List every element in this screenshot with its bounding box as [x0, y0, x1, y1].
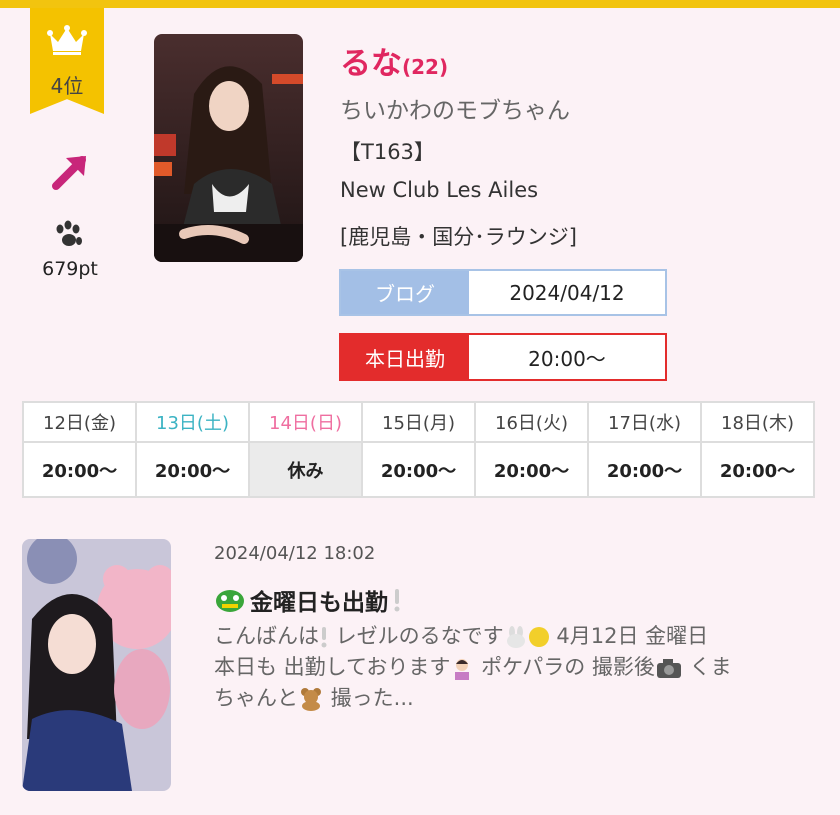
- height: 【T163】: [340, 140, 435, 164]
- schedule-time: 20:00〜: [474, 441, 589, 498]
- person-raising-hand-emoji-icon: [455, 659, 470, 680]
- rank-label: 4位: [50, 74, 84, 98]
- today-work-time: 20:00〜: [528, 346, 606, 371]
- schedule-day: 15日(月): [361, 401, 476, 443]
- rank-badge: 4位: [30, 8, 104, 114]
- camera-emoji-icon: [656, 659, 681, 678]
- paw-icon: [56, 220, 82, 246]
- post-timestamp: 2024/04/12 18:02: [214, 543, 376, 564]
- blog-date: 2024/04/12: [509, 280, 625, 305]
- schedule-day-saturday: 13日(土): [135, 401, 250, 443]
- profile-photo[interactable]: [154, 34, 303, 262]
- trend-up-arrow-icon: [52, 156, 86, 190]
- today-work-status: 本日出勤 20:00〜: [339, 333, 667, 381]
- post-title-text: 金曜日も出勤: [250, 590, 388, 616]
- schedule-day: 16日(火): [474, 401, 589, 443]
- exclamation-icon: [394, 589, 400, 612]
- rabbit-emoji-icon: [506, 626, 525, 648]
- post-text: ちゃんと: [214, 686, 298, 710]
- dragon-emoji-icon: [216, 590, 244, 612]
- teddy-bear-emoji-icon: [301, 688, 321, 711]
- blog-post-thumbnail[interactable]: [22, 539, 171, 791]
- schedule-day: 17日(水): [587, 401, 702, 443]
- exclamation-icon: [321, 627, 327, 648]
- schedule-time-off: 休み: [248, 441, 363, 498]
- schedule-times-row: 20:00〜 20:00〜 休み 20:00〜 20:00〜 20:00〜 20…: [22, 441, 815, 498]
- post-title[interactable]: 金曜日も出勤: [214, 583, 402, 617]
- moon-emoji-icon: [528, 627, 549, 647]
- post-text: くま: [682, 655, 732, 679]
- club-name[interactable]: New Club Les Ailes: [340, 178, 538, 202]
- post-excerpt[interactable]: こんばんは レゼルのるなです 4月12日 金曜日 本日も 出勤しております ポケ…: [214, 621, 814, 714]
- today-work-label: 本日出勤: [341, 335, 469, 379]
- post-text: 4月12日 金曜日: [549, 624, 709, 648]
- blog-link[interactable]: ブログ 2024/04/12: [339, 269, 667, 316]
- post-text: レゼルのるなです: [329, 624, 504, 648]
- top-accent-bar: [0, 0, 840, 8]
- crown-icon: [47, 25, 87, 55]
- cast-age: (22): [402, 55, 449, 79]
- post-text: 本日も 出勤しております: [214, 655, 451, 679]
- post-text: ポケパラの 撮影後: [474, 655, 655, 679]
- post-text: 撮った...: [324, 686, 414, 710]
- profile-name-row[interactable]: るな(22): [340, 38, 448, 83]
- schedule-day: 18日(木): [700, 401, 815, 443]
- schedule-day-sunday: 14日(日): [248, 401, 363, 443]
- schedule-time: 20:00〜: [361, 441, 476, 498]
- schedule-time: 20:00〜: [135, 441, 250, 498]
- cast-name[interactable]: るな: [340, 46, 402, 82]
- area-genre: [鹿児島・国分･ラウンジ]: [340, 225, 577, 249]
- schedule-day: 12日(金): [22, 401, 137, 443]
- schedule-time: 20:00〜: [700, 441, 815, 498]
- schedule-time: 20:00〜: [22, 441, 137, 498]
- blog-label: ブログ: [341, 271, 469, 314]
- weekly-schedule: 12日(金) 13日(土) 14日(日) 15日(月) 16日(火) 17日(水…: [22, 401, 815, 498]
- schedule-days-row: 12日(金) 13日(土) 14日(日) 15日(月) 16日(火) 17日(水…: [22, 401, 815, 443]
- catchphrase: ちいかわのモブちゃん: [340, 98, 570, 124]
- post-text: こんばんは: [214, 624, 319, 648]
- ranking-points: 679pt: [42, 258, 98, 280]
- schedule-time: 20:00〜: [587, 441, 702, 498]
